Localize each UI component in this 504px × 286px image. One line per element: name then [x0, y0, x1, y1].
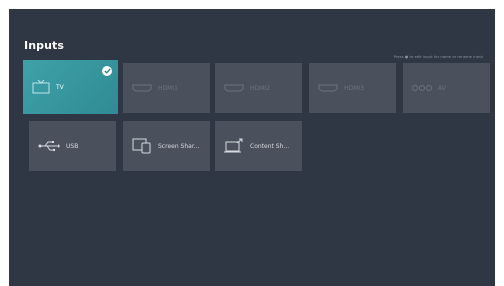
input-tile-hdmi2[interactable]: HDMI2 [215, 63, 302, 113]
input-label-tv: TV [56, 83, 64, 91]
input-label-hdmi3: HDMI3 [344, 84, 364, 92]
input-tile-hdmi3[interactable]: HDMI3 [309, 63, 396, 113]
input-label-content-share: Content Sh... [250, 142, 290, 150]
tv-screen: Inputs Press ● to edit input for name or… [9, 9, 495, 286]
hdmi-icon [224, 84, 244, 92]
input-tile-screen-share[interactable]: Screen Shar... [123, 121, 210, 171]
input-tile-usb[interactable]: USB [29, 121, 116, 171]
input-label-hdmi1: HDMI1 [158, 84, 178, 92]
tv-icon [32, 80, 50, 94]
input-tile-av[interactable]: AV [403, 63, 490, 113]
av-icon [412, 84, 432, 92]
input-tile-content-share[interactable]: Content Sh... [215, 121, 302, 171]
selected-check-icon [102, 66, 112, 76]
input-tile-hdmi1[interactable]: HDMI1 [123, 63, 210, 113]
input-label-usb: USB [66, 142, 79, 150]
hdmi-icon [132, 84, 152, 92]
edit-hint: Press ● to edit input for name or rename… [394, 54, 483, 59]
input-tile-tv[interactable]: TV [23, 60, 118, 114]
input-label-screen-share: Screen Shar... [158, 142, 200, 150]
content-share-icon [224, 138, 244, 154]
page-title: Inputs [24, 39, 65, 52]
usb-icon [38, 140, 60, 152]
screen-share-icon [132, 138, 152, 154]
hdmi-icon [318, 84, 338, 92]
hint-text: Press ● to edit input for name or rename… [393, 54, 483, 59]
input-label-hdmi2: HDMI2 [250, 84, 270, 92]
input-label-av: AV [438, 84, 446, 92]
